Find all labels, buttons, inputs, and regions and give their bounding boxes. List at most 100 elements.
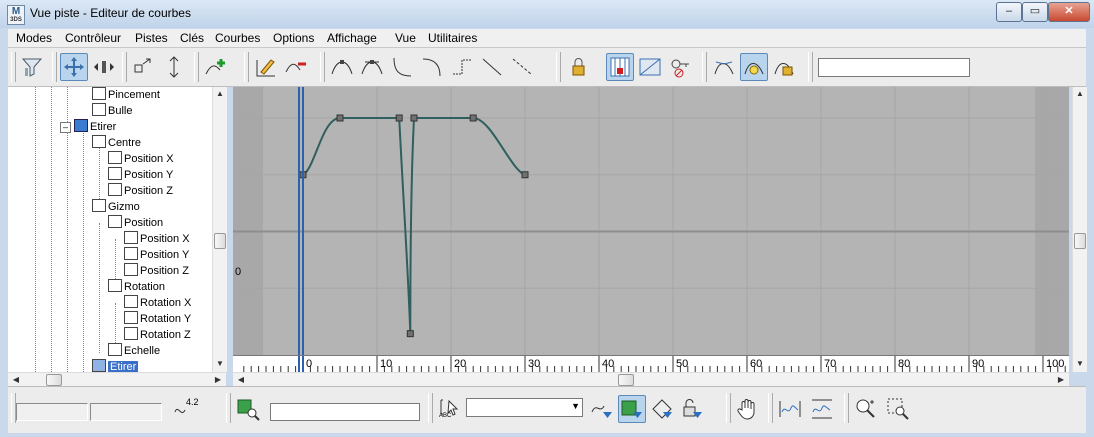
menu-modes[interactable]: Modes (16, 31, 52, 45)
draw-curves-button[interactable] (252, 53, 280, 81)
tree-vertical-scrollbar[interactable]: ▲ ▼ (212, 87, 227, 372)
tree-item-position[interactable]: Position (108, 215, 163, 231)
scroll-down-arrow-icon[interactable]: ▼ (214, 359, 226, 368)
zoom-region-button[interactable] (884, 395, 912, 423)
menu-courbes[interactable]: Courbes (215, 31, 260, 45)
tree-item-etirer-selected[interactable]: Etirer (92, 359, 139, 372)
frame-value-extents-button[interactable] (808, 395, 836, 423)
lock-tangents-button[interactable] (666, 53, 694, 81)
menu-cles[interactable]: Clés (180, 31, 204, 45)
menu-controleur[interactable]: Contrôleur (65, 31, 121, 45)
tangent-linear-button[interactable] (478, 53, 506, 81)
show-all-tangents-button[interactable] (740, 53, 768, 81)
tangent-step-button[interactable] (448, 53, 476, 81)
curve-value-button[interactable]: 4.2 (172, 395, 200, 423)
show-selected-button[interactable] (618, 395, 646, 423)
zoom-button[interactable] (852, 395, 880, 423)
close-button[interactable]: ✕ (1048, 2, 1090, 22)
tree-item-position-y[interactable]: Position Y (124, 247, 189, 263)
toolbar-grip[interactable] (768, 393, 773, 423)
scale-keys-button[interactable] (130, 53, 158, 81)
lock-selection-button[interactable] (564, 53, 592, 81)
tree-item-rotation-x[interactable]: Rotation X (124, 295, 191, 311)
tree-item-rotation[interactable]: Rotation (108, 279, 165, 295)
frame-field[interactable] (16, 403, 88, 421)
move-keys-button[interactable] (60, 53, 88, 81)
menu-pistes[interactable]: Pistes (135, 31, 168, 45)
filter-combo[interactable]: ▼ (466, 398, 583, 417)
toolbar-grip[interactable] (702, 52, 707, 82)
tree-item-gizmo[interactable]: Gizmo (92, 199, 140, 215)
filter-track-button[interactable] (588, 395, 616, 423)
select-by-name-field[interactable] (270, 403, 420, 421)
toolbar-grip[interactable] (122, 52, 127, 82)
curve-editor-graph[interactable] (233, 87, 1069, 355)
scale-values-button[interactable] (160, 53, 188, 81)
pan-button[interactable] (734, 395, 762, 423)
lock-keys-button[interactable] (770, 53, 798, 81)
toolbar-grip[interactable] (844, 393, 849, 423)
tangent-slow-button[interactable] (418, 53, 446, 81)
show-unlocked-button[interactable] (678, 395, 706, 423)
scroll-left-arrow-icon[interactable]: ◀ (235, 375, 247, 384)
tree-item-echelle[interactable]: Echelle (108, 343, 160, 359)
scroll-right-arrow-icon[interactable]: ▶ (212, 375, 224, 384)
toolbar-grip[interactable] (808, 52, 813, 82)
tree-item-pincement[interactable]: Pincement (92, 87, 160, 103)
scroll-thumb[interactable] (618, 374, 634, 386)
tangent-custom-button[interactable] (358, 53, 386, 81)
scroll-thumb[interactable] (46, 374, 62, 386)
title-bar[interactable]: M 3DS Vue piste - Editeur de courbes – ▭ … (0, 0, 1094, 28)
reduce-keys-button[interactable] (282, 53, 310, 81)
tree-item-centre[interactable]: Centre (92, 135, 141, 151)
max-app-icon[interactable]: M 3DS (7, 5, 25, 25)
scroll-up-arrow-icon[interactable]: ▲ (1074, 89, 1086, 98)
tree-horizontal-scrollbar[interactable]: ◀ ▶ (8, 372, 226, 387)
snap-frames-button[interactable] (606, 53, 634, 81)
chevron-down-icon[interactable]: ▼ (571, 401, 580, 411)
toolbar-grip[interactable] (556, 52, 561, 82)
tree-item-position-x[interactable]: Position X (124, 231, 190, 247)
toolbar-grip[interactable] (320, 52, 325, 82)
value-field[interactable] (90, 403, 162, 421)
graph-horizontal-scrollbar[interactable]: ◀ ▶ (233, 372, 1069, 387)
tree-item-position-x[interactable]: Position X (108, 151, 174, 167)
maximize-button[interactable]: ▭ (1022, 2, 1048, 22)
tree-item-etirer[interactable]: – Etirer (60, 119, 116, 135)
add-keys-button[interactable] (202, 53, 230, 81)
tree-item-rotation-z[interactable]: Rotation Z (124, 327, 191, 343)
slide-keys-button[interactable] (90, 53, 118, 81)
toolbar-grip[interactable] (726, 393, 731, 423)
tangent-auto-button[interactable] (328, 53, 356, 81)
menu-options[interactable]: Options (273, 31, 314, 45)
minimize-button[interactable]: – (996, 2, 1022, 22)
menu-affichage[interactable]: Affichage (327, 31, 377, 45)
toolbar-grip[interactable] (244, 52, 249, 82)
controller-tree[interactable]: Pincement Bulle – Etirer Centre Position … (8, 87, 226, 372)
rename-objects-button[interactable]: ABC (436, 395, 464, 423)
scroll-up-arrow-icon[interactable]: ▲ (214, 89, 226, 98)
tree-item-position-z[interactable]: Position Z (108, 183, 173, 199)
menu-vue[interactable]: Vue (395, 31, 416, 45)
scroll-right-arrow-icon[interactable]: ▶ (1055, 375, 1067, 384)
graph-vertical-scrollbar[interactable]: ▲ ▼ (1072, 87, 1087, 372)
scroll-down-arrow-icon[interactable]: ▼ (1074, 359, 1086, 368)
scroll-left-arrow-icon[interactable]: ◀ (10, 375, 22, 384)
tree-item-position-z[interactable]: Position Z (124, 263, 189, 279)
tree-item-rotation-y[interactable]: Rotation Y (124, 311, 191, 327)
key-value-field[interactable] (818, 58, 970, 77)
show-tangents-button[interactable] (710, 53, 738, 81)
time-ruler[interactable]: 0 10 20 30 40 50 60 70 80 90 100 (233, 355, 1069, 372)
frame-horizontal-extents-button[interactable] (776, 395, 804, 423)
filter-button[interactable] (18, 53, 46, 81)
menu-utilitaires[interactable]: Utilitaires (428, 31, 477, 45)
toolbar-grip[interactable] (226, 393, 231, 423)
parameter-curve-button[interactable] (636, 53, 664, 81)
collapse-icon[interactable]: – (60, 122, 71, 133)
scroll-thumb[interactable] (214, 233, 226, 249)
toolbar-grip[interactable] (52, 52, 57, 82)
show-animated-button[interactable] (648, 395, 676, 423)
tangent-smooth-button[interactable] (508, 53, 536, 81)
tree-item-bulle[interactable]: Bulle (92, 103, 132, 119)
scroll-thumb[interactable] (1074, 233, 1086, 249)
